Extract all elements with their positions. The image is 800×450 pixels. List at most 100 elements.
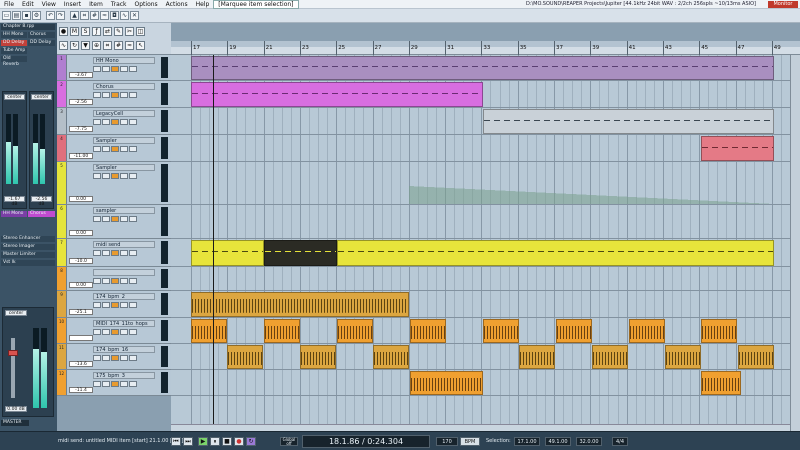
bpm-value[interactable]: 170 (436, 437, 458, 446)
loop-icon[interactable]: ↻ (70, 41, 79, 50)
track-volume[interactable]: -2.56 (69, 99, 93, 105)
track-volume[interactable]: -13.6 (69, 361, 93, 367)
go-end-icon[interactable]: ⏭ (183, 437, 193, 446)
track-volume[interactable]: -7.75 (69, 126, 93, 132)
media-item[interactable] (701, 319, 737, 343)
horizontal-scrollbar[interactable] (171, 424, 790, 431)
solo-icon[interactable]: S (81, 27, 90, 36)
track-panel[interactable]: 2 Chorus -2.56 (57, 81, 171, 108)
media-item[interactable] (483, 109, 774, 134)
media-item[interactable] (300, 345, 336, 369)
record-arm-button[interactable] (93, 329, 101, 335)
fx-slot[interactable]: DD Delay (28, 40, 55, 46)
grid-icon[interactable]: # (90, 11, 99, 20)
strip-volume[interactable]: -2.56 dB (31, 196, 52, 207)
track-number[interactable]: 8 (57, 267, 67, 290)
master-fx-slot[interactable]: Master Limiter (1, 252, 55, 258)
fx-button[interactable] (120, 250, 128, 256)
track-number[interactable]: 9 (57, 291, 67, 317)
record-arm-button[interactable] (93, 173, 101, 179)
edit-cursor[interactable] (213, 55, 214, 431)
arrange-view[interactable] (171, 55, 790, 431)
ripple-icon[interactable]: ≈ (125, 41, 134, 50)
settings-icon[interactable]: ⚙ (32, 11, 41, 20)
solo-button[interactable] (111, 92, 119, 98)
solo-button[interactable] (111, 278, 119, 284)
open-icon[interactable]: ▤ (12, 11, 21, 20)
crossfade-icon[interactable]: ✕ (130, 11, 139, 20)
track-name-field[interactable]: sampler (93, 207, 155, 214)
snap-icon[interactable]: ⌗ (103, 41, 112, 50)
io-button[interactable] (129, 119, 137, 125)
fx-slot[interactable]: Chorus (28, 32, 55, 38)
mute-button[interactable] (102, 329, 110, 335)
repeat-icon[interactable]: ↻ (246, 437, 256, 446)
track-panel[interactable]: 9 174_bpm_2 -25.1 (57, 291, 171, 318)
folder-label[interactable]: Chorus (28, 211, 55, 217)
position-readout[interactable]: 18.1.86 / 0:24.304 (302, 435, 430, 448)
mute-icon[interactable]: M (70, 27, 79, 36)
mute-button[interactable] (102, 216, 110, 222)
master-volume[interactable]: 0.00 dB (5, 406, 27, 412)
play-icon[interactable]: ▶ (198, 437, 208, 446)
track-number[interactable]: 5 (57, 162, 67, 204)
envelope-icon[interactable]: ∿ (120, 11, 129, 20)
fx-button[interactable] (120, 146, 128, 152)
solo-button[interactable] (111, 329, 119, 335)
pencil-icon[interactable]: ✎ (114, 27, 123, 36)
cursor-icon[interactable]: ↖ (136, 41, 145, 50)
io-button[interactable] (129, 216, 137, 222)
media-item[interactable] (264, 319, 300, 343)
record-arm-icon[interactable]: ● (59, 27, 68, 36)
track-number[interactable]: 3 (57, 108, 67, 134)
solo-button[interactable] (111, 302, 119, 308)
menu-help[interactable]: Help (192, 0, 214, 9)
metronome-icon[interactable]: ▲ (70, 11, 79, 20)
redo-icon[interactable]: ↷ (56, 11, 65, 20)
fx-button[interactable] (120, 173, 128, 179)
fx-button[interactable] (120, 302, 128, 308)
io-button[interactable] (129, 278, 137, 284)
global-toggle[interactable]: Global off (280, 437, 298, 446)
glue-icon[interactable]: ◫ (136, 27, 145, 36)
track-volume[interactable]: 0.00 (69, 196, 93, 202)
selection-end[interactable]: 49.1.00 (545, 437, 571, 446)
menu-view[interactable]: View (38, 0, 60, 9)
fx-button[interactable] (120, 119, 128, 125)
track-volume[interactable]: -3.67 (69, 72, 93, 78)
master-fx-slot[interactable]: Vst Ik (1, 260, 55, 266)
media-item[interactable] (519, 345, 555, 369)
menu-actions[interactable]: Actions (162, 0, 192, 9)
track-number[interactable]: 2 (57, 81, 67, 107)
track-lane[interactable] (171, 267, 790, 291)
menu-track[interactable]: Track (107, 0, 131, 9)
mute-button[interactable] (102, 173, 110, 179)
bpm-label[interactable]: BPM (460, 437, 480, 446)
record-arm-button[interactable] (93, 119, 101, 125)
media-item[interactable] (337, 240, 774, 266)
fx-button[interactable] (120, 92, 128, 98)
track-number[interactable]: 7 (57, 239, 67, 266)
undo-icon[interactable]: ↶ (46, 11, 55, 20)
media-item[interactable] (264, 240, 337, 266)
media-item[interactable] (191, 82, 483, 107)
pause-icon[interactable]: ⏸ (210, 437, 220, 446)
media-item[interactable] (373, 345, 409, 369)
media-item[interactable] (410, 319, 446, 343)
stop-icon[interactable]: ■ (222, 437, 232, 446)
fx-slot[interactable]: Old Reverb (1, 56, 27, 67)
record-icon[interactable]: ● (234, 437, 244, 446)
fx-button[interactable] (120, 381, 128, 387)
mute-button[interactable] (102, 355, 110, 361)
record-arm-button[interactable] (93, 278, 101, 284)
track-volume[interactable]: -11.4 (69, 387, 93, 393)
track-panel[interactable]: 11 174_bpm_16 -13.6 (57, 344, 171, 370)
track-panel[interactable]: 5 Sampler 0.00 (57, 162, 171, 205)
track-name-field[interactable]: Sampler (93, 137, 155, 144)
media-item[interactable] (629, 319, 665, 343)
track-name-field[interactable]: HH Mono (93, 57, 155, 64)
media-item[interactable] (191, 56, 774, 80)
scissors-icon[interactable]: ✂ (125, 27, 134, 36)
new-project-icon[interactable]: ▭ (2, 11, 11, 20)
track-panel[interactable]: 1 HH Mono -3.67 (57, 55, 171, 81)
